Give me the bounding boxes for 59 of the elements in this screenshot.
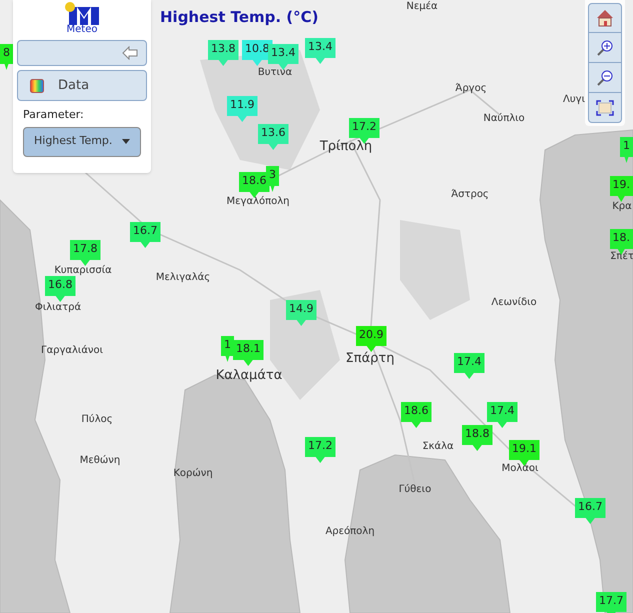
temperature-marker[interactable]: 1: [221, 336, 234, 362]
place-label: Σκάλα: [422, 442, 454, 452]
place-label: Ναύπλιο: [483, 114, 525, 124]
temperature-marker[interactable]: 17.8: [70, 240, 100, 266]
temperature-marker[interactable]: 13.8: [208, 40, 238, 66]
place-label: Κρα: [612, 202, 632, 212]
temperature-marker[interactable]: 14.9: [286, 300, 316, 326]
place-label: Μεγαλόπολη: [226, 197, 290, 207]
temperature-marker[interactable]: 8: [0, 44, 13, 70]
caret-icon: [122, 139, 130, 144]
temperature-marker[interactable]: 17.4: [487, 402, 518, 428]
place-label: Αρεόπολη: [325, 527, 375, 537]
temperature-marker[interactable]: 18.1: [233, 340, 264, 366]
place-label: Πύλος: [81, 415, 113, 425]
place-label: Μολάοι: [502, 464, 538, 474]
temperature-marker[interactable]: 17.7: [596, 592, 626, 613]
arrow-left-icon: [122, 46, 138, 60]
temperature-marker[interactable]: 16.8: [45, 276, 76, 302]
zoom-out-button[interactable]: [588, 63, 622, 93]
place-label: Λεωνίδιο: [491, 298, 537, 308]
palette-icon: [30, 78, 44, 92]
temperature-marker[interactable]: 16.7: [130, 222, 160, 248]
place-label: Μεθώνη: [80, 456, 120, 466]
place-label: Φιλιατρά: [34, 303, 82, 313]
place-label: Λυγι: [563, 95, 585, 105]
parameter-select[interactable]: Highest Temp.: [23, 126, 141, 156]
full-extent-button[interactable]: [588, 93, 622, 123]
place-label: Άστρος: [451, 190, 489, 200]
temperature-marker[interactable]: 11.9: [227, 96, 258, 122]
data-button[interactable]: Data: [17, 70, 147, 101]
place-label: Κορώνη: [173, 469, 213, 479]
place-label: Βυτινα: [258, 68, 292, 78]
zoom-in-button[interactable]: [588, 33, 622, 63]
place-label: Νεμέα: [406, 2, 438, 12]
parameter-label: Parameter:: [23, 107, 85, 123]
temperature-marker[interactable]: 18.8: [462, 425, 492, 451]
temperature-marker[interactable]: 13.6: [258, 124, 288, 150]
temperature-marker[interactable]: 13.4: [305, 38, 336, 64]
full-extent-icon: [596, 100, 614, 116]
place-label: Σπάρτη: [346, 352, 394, 365]
place-label: Σπέτ: [610, 252, 633, 262]
place-label: Άργος: [455, 84, 487, 94]
home-icon: [596, 9, 614, 27]
temperature-marker[interactable]: 13.4: [268, 44, 298, 70]
temperature-marker[interactable]: 17.4: [454, 353, 484, 379]
logo-text: Meteo: [66, 25, 98, 35]
zoom-out-icon: [596, 68, 614, 86]
map-title: Highest Temp. (°C): [160, 7, 319, 28]
place-label: Γαργαλιάνοι: [41, 346, 103, 356]
zoom-in-icon: [596, 38, 614, 56]
home-button[interactable]: [588, 3, 622, 33]
place-label: Καλαμάτα: [216, 369, 282, 382]
place-label: Κυπαρισσία: [54, 266, 112, 276]
temperature-marker[interactable]: 20.9: [356, 326, 386, 352]
place-label: Γύθειο: [398, 485, 432, 495]
place-label: Μελιγαλάς: [156, 273, 210, 283]
temperature-marker[interactable]: 17.2: [305, 437, 336, 463]
temperature-marker[interactable]: 18.6: [401, 402, 432, 428]
temperature-marker[interactable]: 16.7: [575, 498, 606, 524]
